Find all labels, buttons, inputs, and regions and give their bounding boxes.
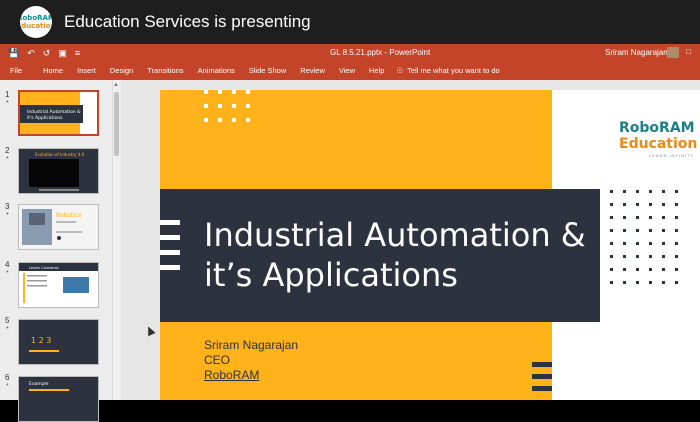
customize-icon[interactable]: ≡ (75, 48, 80, 58)
thumbnail-star: * (6, 326, 9, 333)
thumbnail-star: * (6, 156, 9, 163)
tab-view[interactable]: View (339, 66, 355, 75)
thumbnail-number: 1 (5, 90, 10, 99)
meeting-title: Education Services is presenting (64, 12, 311, 31)
tab-review[interactable]: Review (300, 66, 325, 75)
thumbnail-slide-2[interactable]: Evolution of Industry 4.0 (18, 148, 99, 194)
window-restore-icon[interactable]: □ (686, 47, 691, 56)
tab-animations[interactable]: Animations (198, 66, 235, 75)
ribbon-tab-bar: File Home Insert Design Transitions Anim… (0, 61, 700, 80)
lightbulb-icon: ☉ (396, 66, 404, 75)
slide-presenter-name[interactable]: Sriram Nagarajan (204, 338, 298, 352)
slide-presenter-role[interactable]: CEO (204, 353, 230, 367)
tab-design[interactable]: Design (110, 66, 133, 75)
tab-transitions[interactable]: Transitions (147, 66, 183, 75)
thumbnail-star: * (6, 212, 9, 219)
slide-dot-pattern-top (204, 90, 250, 122)
user-name[interactable]: Sriram Nagarajan (605, 48, 668, 57)
slide-title-line2: it’s Applications (204, 256, 458, 294)
logo-line2: Education (20, 22, 52, 30)
tab-help[interactable]: Help (369, 66, 384, 75)
meeting-presenter-bar: RoboRAM Education Education Services is … (0, 0, 700, 44)
thumbnail-title: Industrial Automation & (27, 109, 81, 115)
tab-insert[interactable]: Insert (77, 66, 96, 75)
tab-file[interactable]: File (10, 66, 22, 75)
thumbnail-star: * (6, 383, 9, 390)
document-title: GL 8.5.21.pptx - PowerPoint (330, 48, 431, 57)
thumbnail-number: 2 (5, 146, 10, 155)
thumbnail-number: 3 (5, 202, 10, 211)
slide-title-line1: Industrial Automation & (204, 216, 586, 254)
redo-icon[interactable]: ↺ (43, 48, 51, 58)
thumbnail-slide-5[interactable]: 1 2 3 (18, 319, 99, 365)
slide-logo-line1: RoboRAM (619, 120, 695, 136)
user-avatar[interactable] (667, 47, 679, 58)
thumbnail-number: 6 (5, 373, 10, 382)
slide-company-link[interactable]: RoboRAM (204, 368, 259, 382)
slide-canvas[interactable]: Industrial Automation & it’s Application… (160, 90, 700, 400)
thumbnail-number: 5 (5, 316, 10, 325)
slide-title[interactable]: Industrial Automation & it’s Application… (204, 215, 586, 295)
slide-white-stripes (160, 220, 180, 280)
thumbnail-preview: Robotics (19, 205, 98, 249)
thumbnail-slide-1[interactable]: Industrial Automation & it's Application… (18, 90, 99, 136)
thumbnail-preview: Industrial Automation & it's Application… (20, 92, 97, 134)
tell-me-search[interactable]: ☉ Tell me what you want to do (396, 66, 499, 75)
roboram-logo: RoboRAM Education LEARN INFINITY (619, 120, 697, 158)
thumbnail-slide-3[interactable]: Robotics (18, 204, 99, 250)
slide-logo-tagline: LEARN INFINITY (649, 153, 695, 158)
thumbnail-star: * (6, 270, 9, 277)
thumbnail-title: Robotics (56, 212, 82, 219)
save-icon[interactable]: 💾 (8, 48, 19, 58)
thumbnail-title: Levels Constants (29, 266, 59, 270)
svg-text:it's Applications: it's Applications (27, 115, 63, 121)
undo-icon[interactable]: ↶ (27, 48, 35, 58)
powerpoint-title-bar: 💾 ↶ ↺ ▣ ≡ GL 8.5.21.pptx - PowerPoint Sr… (0, 44, 700, 61)
thumbnail-title: 1 2 3 (31, 336, 51, 345)
thumbnail-preview: Evolution of Industry 4.0 (19, 149, 98, 193)
scroll-up-icon[interactable]: ▲ (113, 82, 119, 88)
slide-logo-line2: Education (619, 136, 698, 152)
presenter-logo: RoboRAM Education (20, 6, 52, 38)
logo-line1: RoboRAM (20, 14, 52, 22)
slide-dot-pattern-right (610, 190, 678, 284)
quick-access-toolbar: 💾 ↶ ↺ ▣ ≡ (8, 48, 80, 58)
thumbnail-scroll-thumb[interactable] (114, 92, 119, 156)
slide-dark-stripes (532, 362, 552, 398)
tab-home[interactable]: Home (43, 66, 63, 75)
tell-me-label: Tell me what you want to do (407, 66, 500, 75)
thumbnail-title: Evolution of Industry 4.0 (35, 152, 85, 157)
thumbnail-slide-6[interactable]: Example (18, 376, 99, 422)
thumbnail-number: 4 (5, 260, 10, 269)
present-icon[interactable]: ▣ (58, 48, 67, 58)
thumbnail-preview: Levels Constants (19, 263, 98, 307)
thumbnail-title: Example (29, 381, 49, 387)
tab-slide-show[interactable]: Slide Show (249, 66, 287, 75)
thumbnail-preview: 1 2 3 (19, 320, 98, 364)
thumbnail-slide-4[interactable]: Levels Constants (18, 262, 99, 308)
thumbnail-star: * (6, 100, 9, 107)
